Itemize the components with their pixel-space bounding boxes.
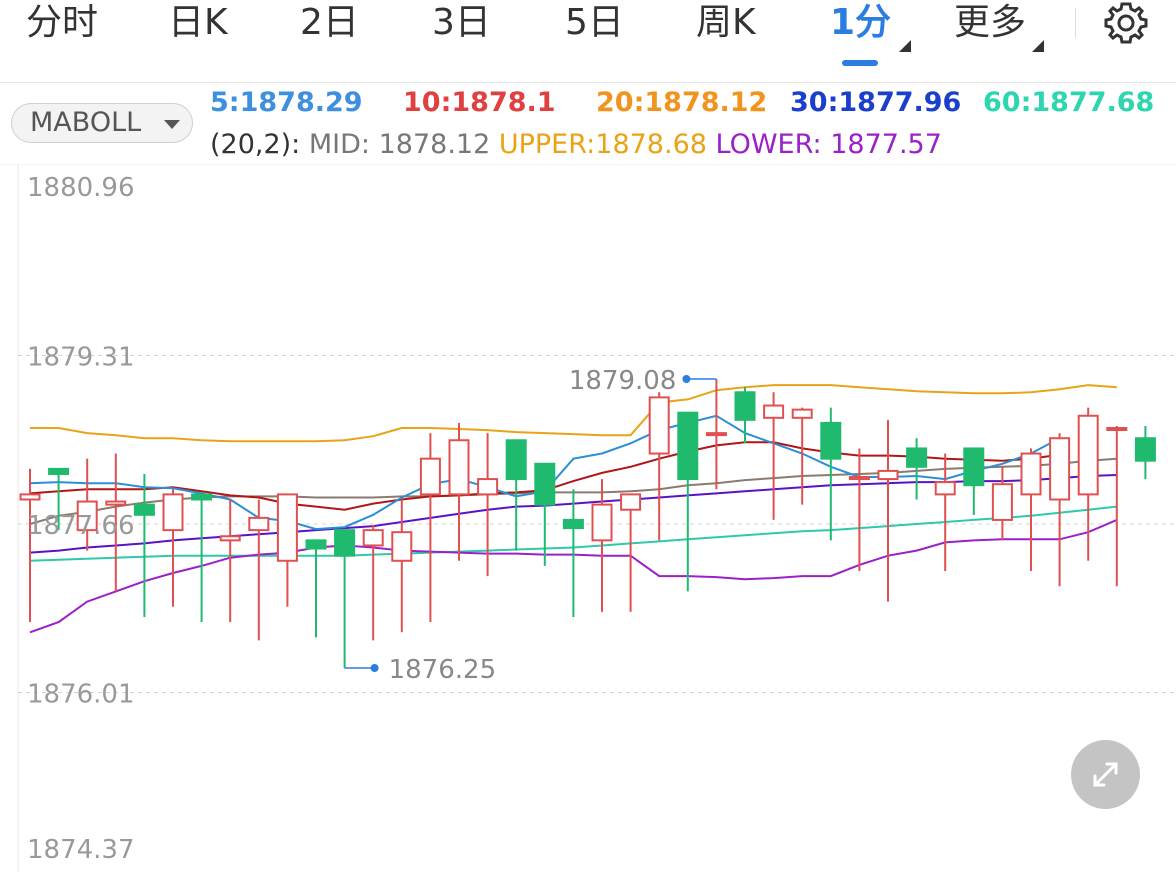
settings-gear-icon[interactable] bbox=[1103, 0, 1149, 46]
candle-up bbox=[791, 408, 813, 419]
candle-up bbox=[763, 404, 785, 419]
candle-up bbox=[219, 535, 241, 542]
candle-up bbox=[848, 476, 870, 481]
y-tick-label: 1876.01 bbox=[27, 680, 135, 710]
candle-down bbox=[133, 503, 155, 516]
candle-up bbox=[162, 493, 184, 532]
candle-up bbox=[934, 481, 956, 496]
tab-1-minute[interactable]: 1分 bbox=[830, 0, 891, 46]
candle-down bbox=[963, 447, 985, 487]
candle-up bbox=[877, 469, 899, 481]
candle-up bbox=[1077, 414, 1099, 496]
boll-lower-value: LOWER: 1877.57 bbox=[715, 129, 942, 160]
candle-down bbox=[505, 439, 527, 481]
annotation-dot bbox=[682, 374, 691, 383]
candle-up bbox=[1106, 427, 1128, 432]
boll-params: (20,2): bbox=[210, 129, 301, 160]
candle-down bbox=[534, 462, 556, 506]
max-price-label: 1879.08 bbox=[569, 366, 717, 396]
candle-up bbox=[419, 457, 441, 496]
candle-up bbox=[362, 529, 384, 547]
indicator-selector[interactable]: MABOLL bbox=[11, 103, 193, 143]
candle-down bbox=[305, 539, 327, 550]
candle-up bbox=[1049, 437, 1071, 501]
candle-up bbox=[276, 493, 298, 562]
dropdown-corner-icon bbox=[899, 40, 911, 52]
candle-down bbox=[191, 493, 213, 501]
candle-down bbox=[820, 421, 842, 460]
tab-2-day[interactable]: 2日 bbox=[300, 0, 359, 46]
expand-icon bbox=[1093, 762, 1118, 787]
candle-down bbox=[48, 467, 70, 475]
tab-weekly-k[interactable]: 周K bbox=[696, 0, 756, 46]
boll-mid-value: MID: 1878.12 bbox=[308, 129, 491, 160]
candle-up bbox=[1020, 452, 1042, 496]
candle-up bbox=[248, 516, 270, 532]
min-price-label: 1876.25 bbox=[344, 655, 497, 685]
y-tick-label: 1877.66 bbox=[27, 511, 135, 541]
candle-down bbox=[677, 411, 699, 481]
candle-down bbox=[906, 447, 928, 468]
candle-down bbox=[1134, 437, 1156, 462]
boll-upper-value: UPPER:1878.68 bbox=[498, 129, 707, 160]
tab-3-day[interactable]: 3日 bbox=[432, 0, 491, 46]
annotation-text: 1879.08 bbox=[569, 366, 677, 396]
candle-up bbox=[477, 478, 499, 496]
candle-up bbox=[648, 396, 670, 455]
boll-values: (20,2): MID: 1878.12 UPPER:1878.68 LOWER… bbox=[210, 126, 942, 164]
period-tab-bar: 分时 日K 2日 3日 5日 周K 1分 更多 bbox=[0, 0, 1176, 83]
y-tick-label: 1880.96 bbox=[27, 173, 135, 203]
ma10-value: 10:1878.1 bbox=[403, 87, 556, 118]
candle-up bbox=[391, 531, 413, 562]
candle-up bbox=[620, 493, 642, 511]
candle-up bbox=[591, 503, 613, 542]
candle-up bbox=[448, 439, 470, 496]
candle-up bbox=[105, 500, 127, 506]
dropdown-corner-icon bbox=[1032, 40, 1044, 52]
ma60-value: 60:1877.68 bbox=[983, 87, 1155, 118]
divider bbox=[1075, 8, 1076, 38]
annotation-text: 1876.25 bbox=[389, 655, 497, 685]
expand-fullscreen-button[interactable] bbox=[1071, 740, 1140, 809]
annotation-dot bbox=[370, 664, 379, 673]
candle-down bbox=[734, 391, 756, 421]
ma20-value: 20:1878.12 bbox=[596, 87, 768, 118]
candle-up bbox=[19, 493, 41, 501]
candlestick-chart[interactable]: 1880.96 1879.31 1877.66 1876.01 1874.37 1879.… bbox=[0, 164, 1176, 872]
candle-up bbox=[705, 432, 727, 437]
tab-more[interactable]: 更多 bbox=[954, 0, 1026, 46]
tab-5-day[interactable]: 5日 bbox=[565, 0, 624, 46]
tab-timeshare[interactable]: 分时 bbox=[26, 0, 98, 46]
candle-down bbox=[334, 529, 356, 557]
indicator-selector-label: MABOLL bbox=[30, 107, 142, 138]
y-tick-label: 1879.31 bbox=[27, 343, 135, 373]
ma30-value: 30:1877.96 bbox=[790, 87, 962, 118]
candle-up bbox=[991, 483, 1013, 521]
ma5-value: 5:1878.29 bbox=[210, 87, 363, 118]
chevron-down-icon bbox=[164, 120, 180, 129]
candle-down bbox=[562, 518, 584, 530]
tab-daily-k[interactable]: 日K bbox=[168, 0, 228, 46]
active-tab-indicator bbox=[842, 60, 878, 66]
y-tick-label: 1874.37 bbox=[27, 835, 135, 865]
